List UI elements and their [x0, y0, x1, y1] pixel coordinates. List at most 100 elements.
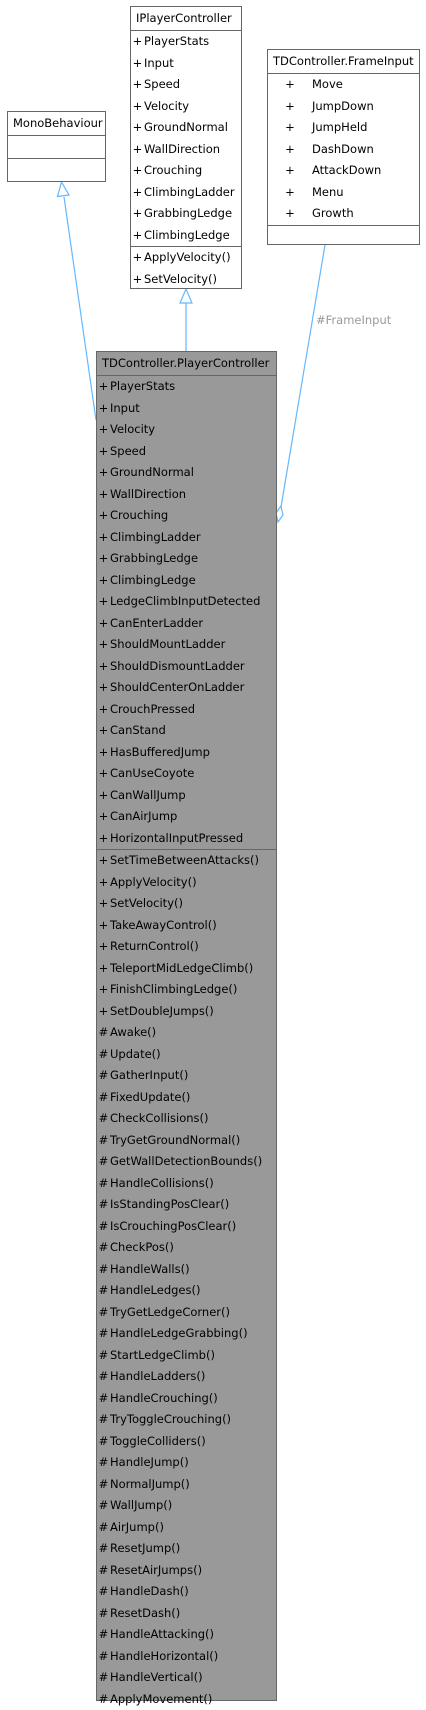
attribute-row: +GrabbingLedge [131, 203, 241, 225]
member-name: HandleCrouching() [110, 1391, 218, 1405]
visibility-marker: + [131, 31, 144, 53]
member-name: CheckCollisions() [110, 1111, 209, 1125]
method-row: #HandleAttacking() [97, 1624, 276, 1646]
visibility-marker: # [97, 1517, 110, 1539]
method-row: #HandleDash() [97, 1581, 276, 1603]
visibility-marker: + [268, 117, 312, 139]
member-name: AttackDown [312, 163, 381, 177]
member-name: ClimbingLedge [110, 573, 196, 587]
method-row: #ResetDash() [97, 1603, 276, 1625]
member-name: Speed [110, 444, 146, 458]
member-name: CrouchPressed [110, 702, 195, 716]
member-name: AirJump() [110, 1520, 164, 1534]
visibility-marker: + [268, 96, 312, 118]
member-name: SetVelocity() [110, 896, 183, 910]
visibility-marker: # [97, 1022, 110, 1044]
visibility-marker: + [268, 182, 312, 204]
member-name: PlayerStats [110, 379, 175, 393]
method-row: #ResetAirJumps() [97, 1560, 276, 1582]
member-name: DashDown [312, 142, 374, 156]
member-name: Move [312, 77, 343, 91]
attribute-row: +CrouchPressed [97, 699, 276, 721]
visibility-marker: + [97, 872, 110, 894]
attribute-row: +HorizontalInputPressed [97, 828, 276, 850]
visibility-marker: # [97, 1237, 110, 1259]
member-name: CanStand [110, 723, 166, 737]
method-row: +SetVelocity() [131, 269, 241, 291]
method-row: #AirJump() [97, 1517, 276, 1539]
association-label: #FrameInput [316, 313, 391, 327]
visibility-marker: # [97, 1474, 110, 1496]
member-name: ResetAirJumps() [110, 1563, 202, 1577]
member-name: GroundNormal [110, 465, 194, 479]
member-name: Velocity [144, 99, 189, 113]
member-name: HandleJump() [110, 1455, 189, 1469]
class-title: IPlayerController [131, 7, 241, 31]
member-name: TryGetGroundNormal() [110, 1133, 240, 1147]
method-row: #ToggleColliders() [97, 1431, 276, 1453]
visibility-marker: + [97, 936, 110, 958]
visibility-marker: + [268, 160, 312, 182]
attribute-row: +GroundNormal [97, 462, 276, 484]
visibility-marker: + [97, 527, 110, 549]
member-name: Awake() [110, 1025, 156, 1039]
visibility-marker: + [97, 591, 110, 613]
visibility-marker: + [97, 958, 110, 980]
method-row: #HandleLedges() [97, 1280, 276, 1302]
visibility-marker: # [97, 1108, 110, 1130]
member-name: Speed [144, 77, 180, 91]
class-box-monobehaviour[interactable]: MonoBehaviour [7, 111, 106, 182]
method-row: #GetWallDetectionBounds() [97, 1151, 276, 1173]
member-name: JumpHeld [312, 120, 367, 134]
methods-section [8, 159, 105, 182]
attribute-row: +ClimbingLedge [131, 225, 241, 247]
member-name: SetTimeBetweenAttacks() [110, 853, 259, 867]
member-name: TakeAwayControl() [110, 918, 217, 932]
visibility-marker: + [97, 699, 110, 721]
attribute-row: +ShouldMountLadder [97, 634, 276, 656]
method-row: #TryToggleCrouching() [97, 1409, 276, 1431]
attribute-row: +Move [268, 74, 419, 96]
visibility-marker: # [97, 1667, 110, 1689]
attribute-row: +Growth [268, 203, 419, 225]
member-name: HandleLedgeGrabbing() [110, 1326, 248, 1340]
method-row: #IsCrouchingPosClear() [97, 1216, 276, 1238]
visibility-marker: + [97, 720, 110, 742]
visibility-marker: + [131, 203, 144, 225]
method-row: #Update() [97, 1044, 276, 1066]
methods-section [268, 226, 419, 249]
class-box-frameinput[interactable]: TDController.FrameInput +Move+JumpDown+J… [267, 49, 420, 245]
method-row: +SetDoubleJumps() [97, 1001, 276, 1023]
member-name: HandleLedges() [110, 1283, 200, 1297]
member-name: PlayerStats [144, 34, 209, 48]
member-name: TryToggleCrouching() [110, 1412, 231, 1426]
method-row: +SetVelocity() [97, 893, 276, 915]
member-name: LedgeClimbInputDetected [110, 594, 260, 608]
attribute-row: +GrabbingLedge [97, 548, 276, 570]
attribute-row: +Velocity [97, 419, 276, 441]
attributes-section: +PlayerStats+Input+Speed+Velocity+Ground… [131, 31, 241, 247]
member-name: CanUseCoyote [110, 766, 194, 780]
attributes-section: +Move+JumpDown+JumpHeld+DashDown+AttackD… [268, 74, 419, 226]
visibility-marker: + [97, 570, 110, 592]
visibility-marker: + [131, 74, 144, 96]
attribute-row: +ShouldDismountLadder [97, 656, 276, 678]
attribute-row: +AttackDown [268, 160, 419, 182]
member-name: SetVelocity() [144, 272, 217, 286]
class-box-iplayercontroller[interactable]: IPlayerController +PlayerStats+Input+Spe… [130, 6, 242, 289]
member-name: ClimbingLadder [110, 530, 201, 544]
method-row: +FinishClimbingLedge() [97, 979, 276, 1001]
method-row: #Awake() [97, 1022, 276, 1044]
member-name: WallDirection [110, 487, 186, 501]
method-row: #HandleHorizontal() [97, 1646, 276, 1668]
visibility-marker: # [97, 1646, 110, 1668]
visibility-marker: + [97, 613, 110, 635]
class-box-playercontroller[interactable]: TDController.PlayerController + PlayerSta… [96, 351, 277, 1701]
visibility-marker: + [97, 979, 110, 1001]
class-title: TDController.PlayerController [97, 352, 276, 376]
member-name: FixedUpdate() [110, 1090, 190, 1104]
method-row: #WallJump() [97, 1495, 276, 1517]
method-row: +TeleportMidLedgeClimb() [97, 958, 276, 980]
visibility-marker: # [97, 1130, 110, 1152]
attribute-row: +ClimbingLedge [97, 570, 276, 592]
